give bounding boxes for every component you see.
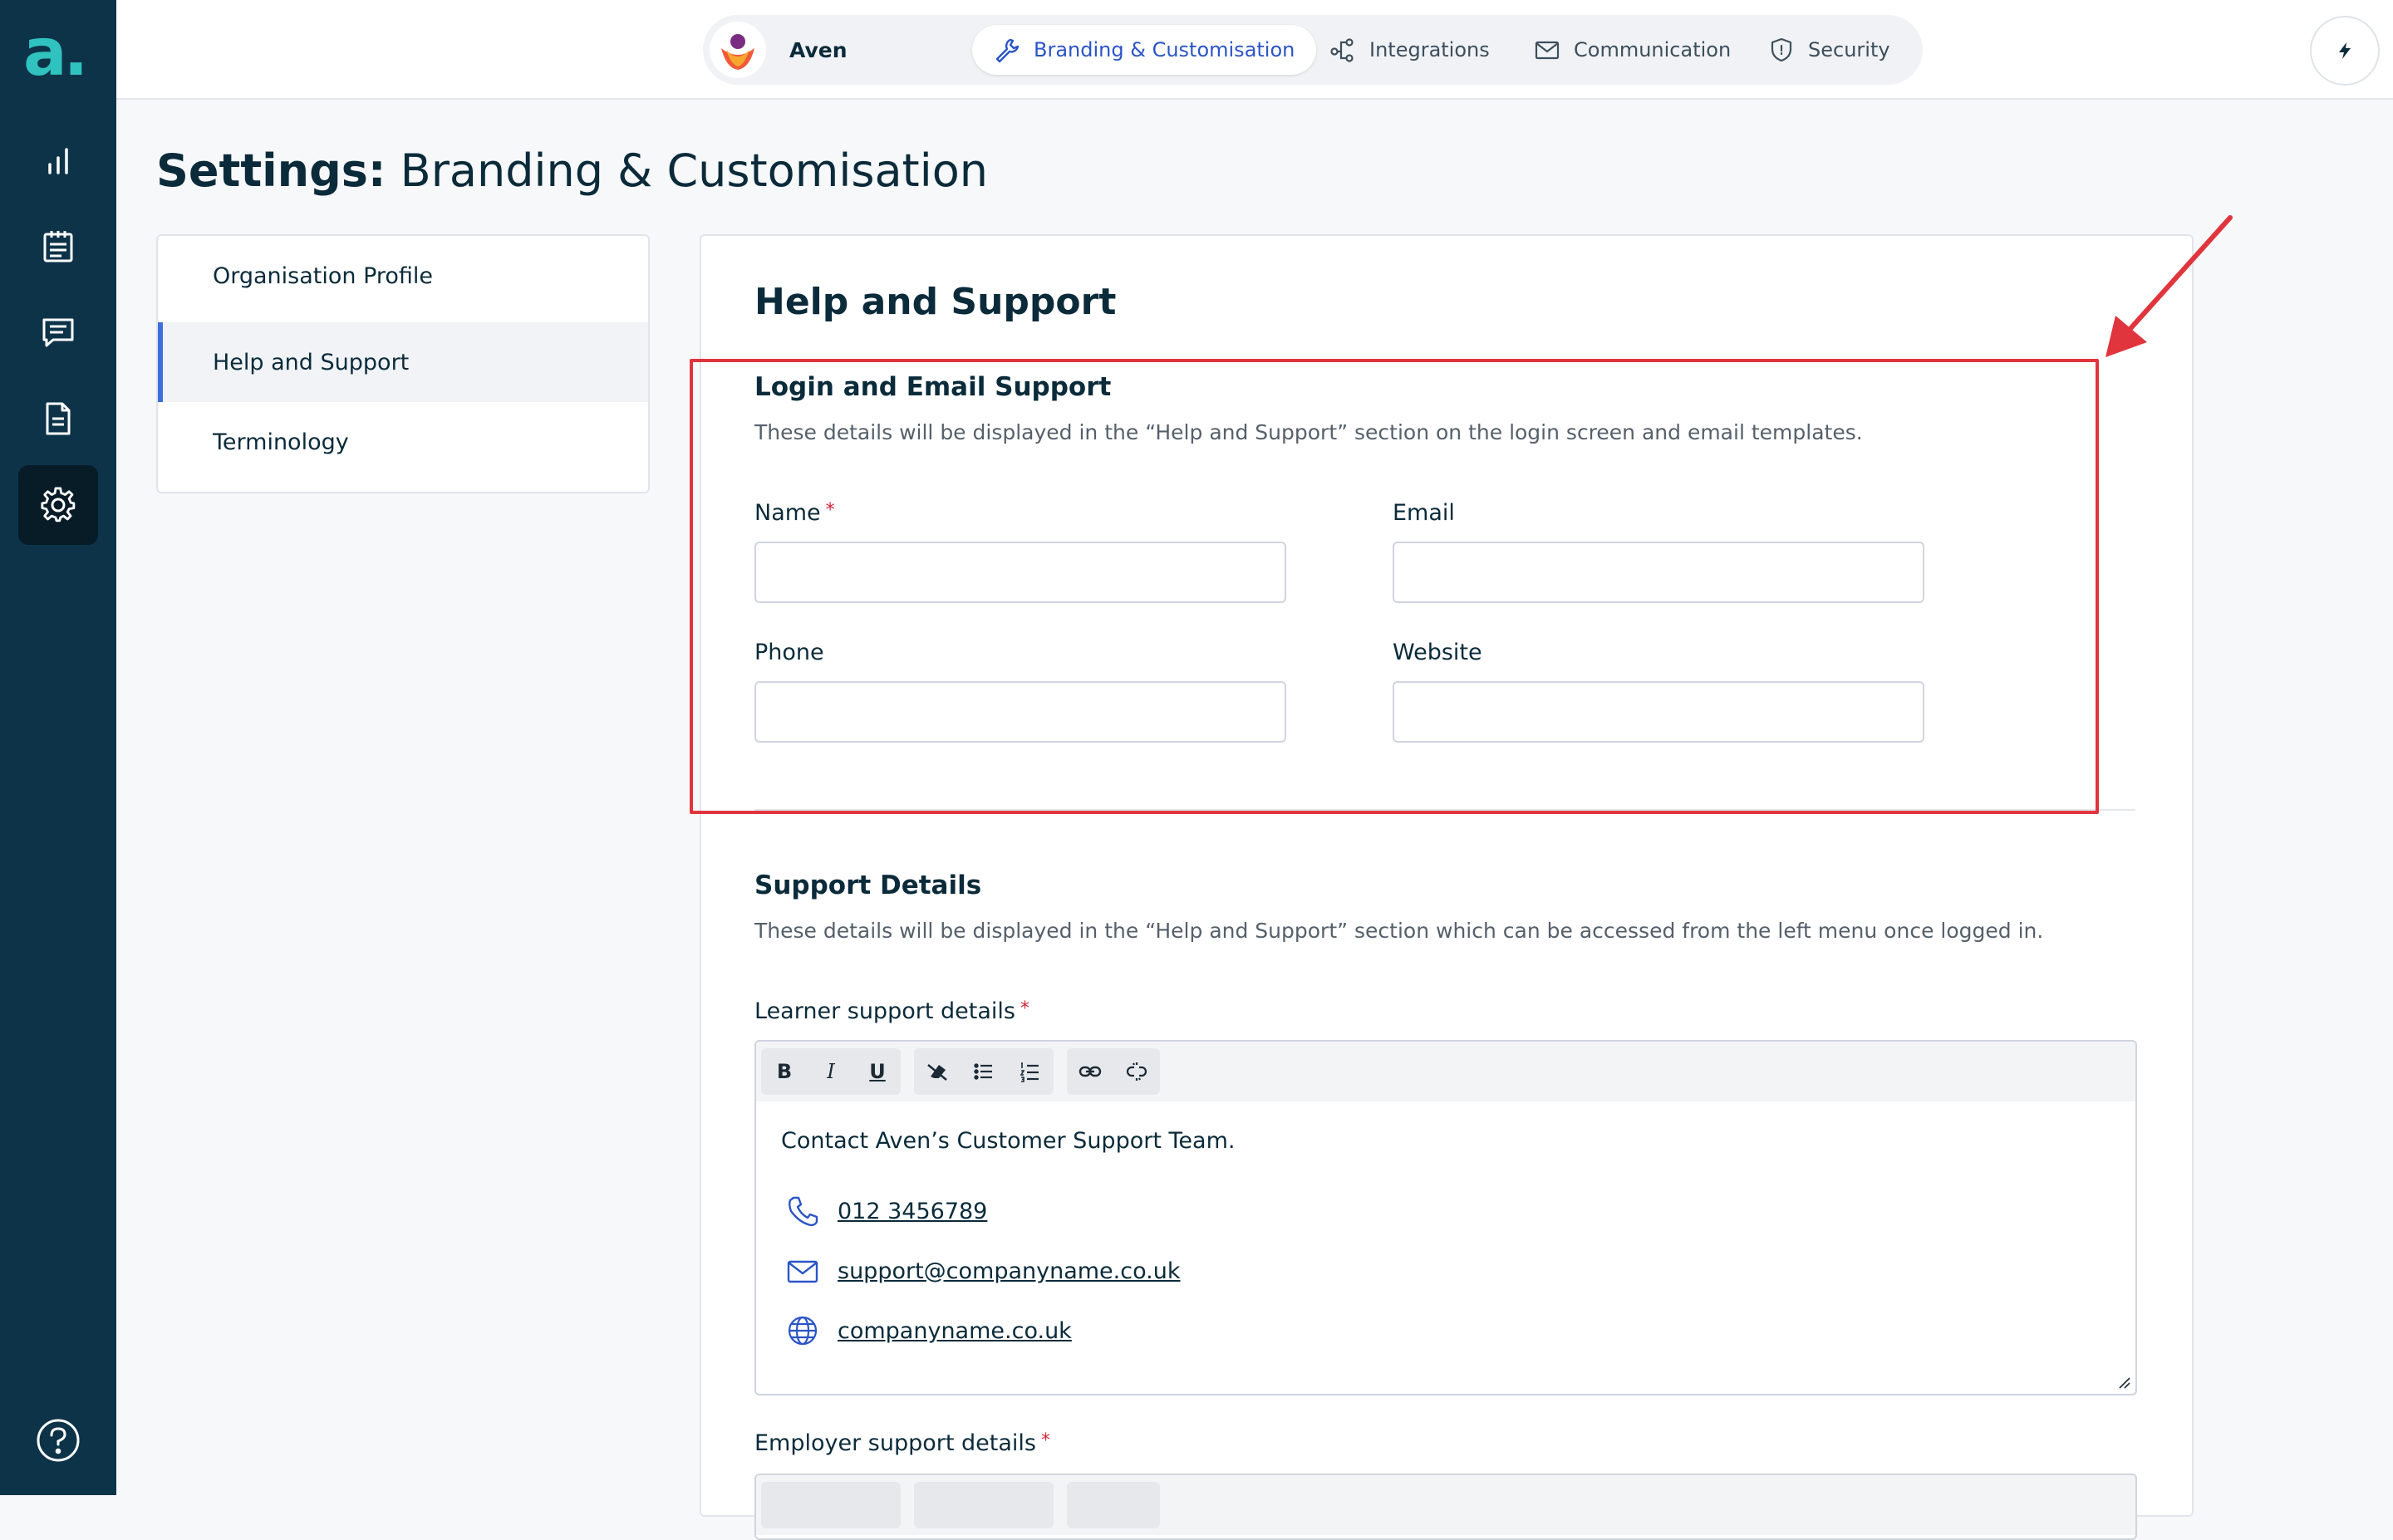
settings-tab-bar: Aven Branding & Customisation Integratio… [703, 15, 1923, 85]
phone-icon [789, 1196, 818, 1227]
support-details-title: Support Details [754, 871, 982, 900]
app-logo[interactable]: a. [23, 20, 98, 86]
eraser-icon [927, 1064, 947, 1081]
learner-support-label: Learner support details * [754, 998, 1029, 1024]
section-heading: Help and Support [754, 281, 1117, 323]
clipboard-icon [43, 231, 73, 262]
analytics-nav-button[interactable] [18, 121, 98, 201]
annotation-highlight-box [690, 359, 2099, 814]
employer-support-label: Employer support details * [754, 1430, 1050, 1456]
bullet-list-icon [974, 1063, 992, 1080]
editor-toolbar: B I U [756, 1042, 2135, 1101]
clipboard-nav-button[interactable] [18, 206, 98, 286]
required-marker: * [1041, 1430, 1050, 1451]
tab-label: Communication [1574, 38, 1732, 61]
text-style-group: B I U [761, 1048, 901, 1095]
settings-nav-button[interactable] [18, 465, 98, 545]
link-icon [1079, 1066, 1102, 1077]
tab-security[interactable]: Security [1747, 25, 1912, 75]
shield-icon [1771, 37, 1792, 62]
employer-support-editor[interactable] [754, 1474, 2137, 1540]
organisation-name: Aven [789, 37, 848, 62]
subnav-item-terminology[interactable]: Terminology [158, 402, 648, 482]
tab-label: Integrations [1369, 38, 1490, 61]
wrench-icon [995, 38, 1020, 63]
page-title: Settings: Branding & Customisation [156, 145, 988, 197]
organisation-switcher[interactable]: Aven [710, 22, 848, 78]
editor-toolbar [756, 1475, 2135, 1535]
remove-link-button[interactable] [1113, 1048, 1160, 1095]
email-link[interactable]: support@companyname.co.uk [838, 1258, 1180, 1284]
left-rail: a. [0, 0, 116, 1495]
envelope-icon [787, 1260, 818, 1283]
page-title-prefix: Settings: [156, 145, 386, 197]
lightning-icon [2339, 42, 2351, 59]
support-details-description: These details will be displayed in the “… [754, 919, 2044, 943]
website-link[interactable]: companyname.co.uk [838, 1318, 1072, 1344]
required-marker: * [1020, 998, 1029, 1019]
envelope-icon [1535, 41, 1560, 60]
organisation-logo [710, 22, 766, 78]
clear-format-button[interactable] [914, 1048, 961, 1095]
unlink-icon [1126, 1062, 1147, 1081]
chat-icon [42, 318, 74, 347]
messages-nav-button[interactable] [18, 292, 98, 372]
quick-actions-button[interactable] [2310, 16, 2380, 86]
link-group [1067, 1048, 1160, 1095]
document-icon [46, 402, 71, 435]
numbered-list-icon [1020, 1062, 1039, 1082]
tab-label: Branding & Customisation [1034, 38, 1295, 61]
format-group [914, 1482, 1054, 1528]
editor-intro-text: Contact Aven’s Customer Support Team. [781, 1128, 1236, 1154]
subnav-item-organisation-profile[interactable]: Organisation Profile [158, 236, 648, 316]
bold-button[interactable]: B [761, 1048, 808, 1095]
resize-handle-icon[interactable] [2117, 1376, 2130, 1389]
underline-button[interactable]: U [854, 1048, 901, 1095]
page-title-section: Branding & Customisation [386, 145, 988, 197]
italic-button[interactable]: I [808, 1048, 854, 1095]
integrations-icon [1330, 38, 1354, 62]
top-bar: Aven Branding & Customisation Integratio… [116, 0, 2393, 100]
annotation-arrow-icon [2106, 215, 2233, 357]
tab-label: Security [1808, 38, 1890, 61]
numbered-list-button[interactable] [1007, 1048, 1054, 1095]
subnav-item-help-and-support[interactable]: Help and Support [158, 322, 648, 402]
bullet-list-button[interactable] [961, 1048, 1007, 1095]
text-style-group [761, 1482, 901, 1528]
globe-icon [788, 1316, 818, 1346]
format-group [914, 1048, 1054, 1095]
settings-subnav: Organisation Profile Help and Support Te… [156, 234, 650, 493]
learner-support-editor[interactable]: B I U Contact Aven’s Customer Support Te… [754, 1040, 2137, 1395]
tab-branding-customisation[interactable]: Branding & Customisation [972, 25, 1317, 75]
documents-nav-button[interactable] [18, 379, 98, 459]
help-icon[interactable] [35, 1417, 81, 1464]
contact-phone-row: 012 3456789 [786, 1194, 987, 1228]
phone-link[interactable]: 012 3456789 [838, 1199, 987, 1224]
insert-link-button[interactable] [1067, 1048, 1113, 1095]
contact-email-row: support@companyname.co.uk [786, 1254, 1180, 1287]
tab-integrations[interactable]: Integrations [1308, 25, 1511, 75]
bar-chart-icon [48, 148, 68, 174]
gear-icon [41, 487, 76, 522]
link-group [1067, 1482, 1160, 1528]
contact-website-row: companyname.co.uk [786, 1314, 1072, 1347]
tab-communication[interactable]: Communication [1512, 25, 1752, 75]
